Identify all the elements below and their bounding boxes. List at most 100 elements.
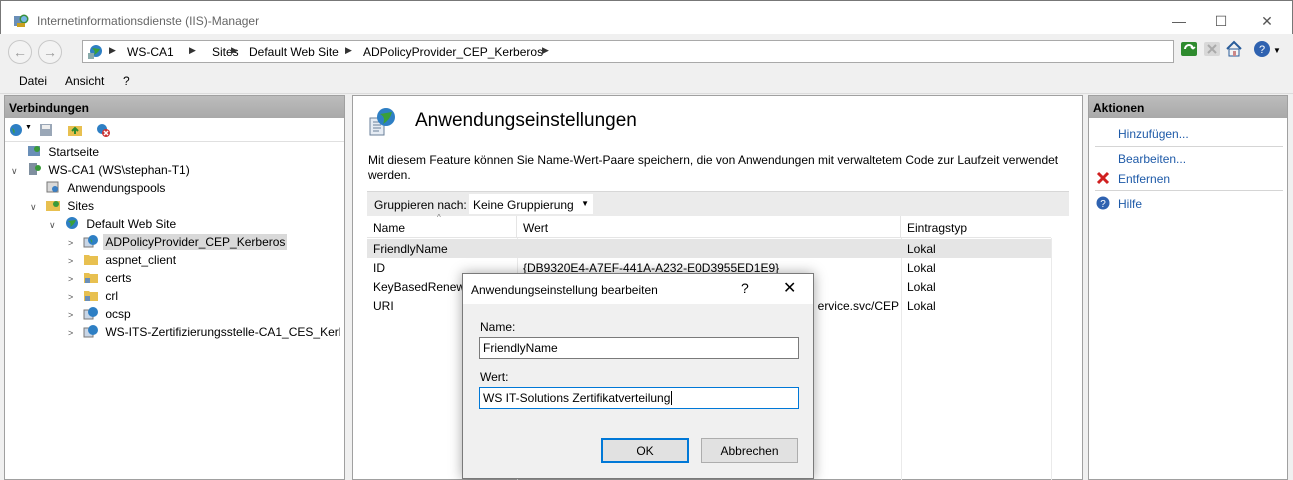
save-icon[interactable] — [38, 122, 54, 138]
tree-item-adpolicyprovider[interactable]: > ADPolicyProvider_CEP_Kerberos — [68, 234, 288, 252]
svg-text:?: ? — [1100, 199, 1106, 210]
group-by-value: Keine Gruppierung — [473, 198, 574, 212]
page-title: Anwendungseinstellungen — [415, 110, 637, 131]
connect-icon[interactable] — [8, 122, 24, 138]
cancel-button[interactable]: Abbrechen — [701, 438, 798, 463]
tree-label: aspnet_client — [105, 253, 177, 267]
address-bar[interactable]: ▶ WS-CA1 ▶ Sites ▶ Default Web Site ▶ AD… — [82, 40, 1174, 63]
action-edit[interactable]: Bearbeiten... — [1118, 152, 1186, 166]
breadcrumb-separator: ▶ — [542, 45, 549, 55]
tree-item-app-pools[interactable]: Anwendungspools — [30, 180, 167, 198]
dropdown-arrow-icon: ▼ — [581, 199, 589, 208]
remove-icon — [1096, 171, 1110, 185]
value-field[interactable]: WS IT-Solutions Zertifikatverteilung — [479, 387, 799, 409]
globe-icon — [88, 45, 102, 59]
text-cursor — [671, 391, 673, 405]
cell-value: ervice.svc/CEP — [817, 299, 899, 313]
collapse-chevron-icon[interactable]: ∨ — [49, 220, 61, 231]
tree-label: crl — [105, 289, 119, 303]
menu-datei[interactable]: Datei — [19, 74, 47, 88]
actions-header: Aktionen — [1089, 96, 1287, 118]
tree-item-server[interactable]: ∨ WS-CA1 (WS\stephan-T1) — [11, 162, 192, 180]
tree-item-default-web-site[interactable]: ∨ Default Web Site — [49, 216, 178, 234]
globe-icon — [66, 217, 79, 229]
virtual-folder-icon — [84, 291, 99, 301]
ok-button[interactable]: OK — [601, 438, 689, 463]
tree-label: WS-CA1 (WS\stephan-T1) — [48, 163, 190, 177]
column-header-name[interactable]: Name ^ — [367, 213, 517, 238]
action-remove[interactable]: Entfernen — [1118, 172, 1170, 186]
expand-chevron-icon[interactable]: > — [68, 238, 80, 248]
virtual-folder-icon — [84, 273, 99, 283]
breadcrumb-server[interactable]: WS-CA1 — [127, 45, 174, 59]
table-row[interactable]: FriendlyName Lokal — [367, 239, 1051, 258]
connections-toolbar: ▼ — [5, 118, 344, 142]
dialog-help-button[interactable]: ? — [741, 280, 749, 296]
expand-chevron-icon[interactable]: > — [68, 292, 80, 302]
expand-chevron-icon[interactable]: > — [68, 328, 80, 338]
expand-chevron-icon[interactable]: > — [68, 256, 80, 266]
cell-type: Lokal — [907, 242, 936, 256]
tree-item-ws-its-ces[interactable]: > WS-ITS-Zertifizierungsstelle-CA1_CES_K… — [68, 324, 340, 342]
connect-dropdown-icon[interactable]: ▼ — [25, 124, 32, 131]
svg-text:?: ? — [1259, 44, 1265, 56]
expand-chevron-icon[interactable]: > — [68, 274, 80, 284]
dialog-close-button[interactable]: ✕ — [783, 278, 796, 298]
breadcrumb-separator: ▶ — [109, 45, 116, 55]
cell-type: Lokal — [907, 280, 936, 294]
menu-help[interactable]: ? — [123, 74, 130, 88]
refresh-icon[interactable] — [1180, 40, 1198, 58]
column-header-value[interactable]: Wert — [517, 216, 901, 238]
stop-icon[interactable] — [1203, 40, 1221, 58]
name-field[interactable]: FriendlyName — [479, 337, 799, 359]
tree-label: Default Web Site — [86, 217, 177, 231]
help-icon[interactable]: ? — [1253, 40, 1271, 58]
column-header-label: Name — [373, 221, 406, 235]
column-header-type[interactable]: Eintragstyp — [901, 216, 1051, 238]
group-by-select[interactable]: Keine Gruppierung ▼ — [469, 194, 593, 214]
tree-item-sites[interactable]: ∨ Sites — [30, 198, 96, 216]
window-title: Internetinformationsdienste (IIS)-Manage… — [37, 14, 260, 28]
group-by-label: Gruppieren nach: — [374, 198, 467, 212]
tree-label: ADPolicyProvider_CEP_Kerberos — [103, 234, 288, 250]
web-app-icon — [83, 235, 99, 248]
tree-item-ocsp[interactable]: > ocsp — [68, 306, 133, 324]
tree-item-certs[interactable]: > certs — [68, 270, 133, 288]
tree-label: Startseite — [48, 145, 100, 159]
menu-ansicht[interactable]: Ansicht — [65, 74, 104, 88]
tree-label: certs — [105, 271, 132, 285]
connections-header: Verbindungen — [5, 96, 344, 118]
action-add[interactable]: Hinzufügen... — [1118, 127, 1189, 141]
home-icon[interactable] — [1225, 40, 1243, 58]
web-app-icon — [83, 307, 99, 320]
disconnect-icon[interactable] — [95, 122, 111, 138]
iis-app-icon — [14, 14, 29, 27]
up-folder-icon[interactable] — [67, 122, 83, 138]
web-app-icon — [83, 325, 99, 338]
breadcrumb-separator: ▶ — [189, 45, 196, 55]
forward-button[interactable]: → — [38, 40, 62, 64]
cell-name: FriendlyName — [373, 242, 448, 256]
breadcrumb-default-web-site[interactable]: Default Web Site — [249, 45, 339, 59]
minimize-button[interactable]: — — [1159, 9, 1199, 33]
tree-label: WS-ITS-Zertifizierungsstelle-CA1_CES_Ker… — [105, 325, 340, 339]
breadcrumb-application[interactable]: ADPolicyProvider_CEP_Kerberos — [363, 45, 543, 59]
actions-pane: Aktionen Hinzufügen... Bearbeiten... Ent… — [1088, 95, 1288, 480]
dialog-title: Anwendungseinstellung bearbeiten — [471, 283, 658, 297]
collapse-chevron-icon[interactable]: ∨ — [30, 202, 42, 213]
tree-item-aspnet-client[interactable]: > aspnet_client — [68, 252, 178, 270]
tree-item-startseite[interactable]: Startseite — [11, 144, 101, 162]
help-dropdown-chevron-icon[interactable]: ▼ — [1273, 46, 1281, 55]
edit-setting-dialog: Anwendungseinstellung bearbeiten ? ✕ Nam… — [462, 273, 814, 479]
folder-icon — [84, 255, 99, 265]
sites-folder-icon — [46, 201, 61, 211]
tree-item-crl[interactable]: > crl — [68, 288, 120, 306]
group-by-bar: Gruppieren nach: Keine Gruppierung ▼ — [367, 191, 1069, 216]
app-pools-icon — [46, 181, 59, 193]
action-help[interactable]: Hilfe — [1118, 197, 1142, 211]
maximize-button[interactable]: ☐ — [1201, 9, 1241, 33]
collapse-chevron-icon[interactable]: ∨ — [11, 166, 23, 177]
back-button[interactable]: ← — [8, 40, 32, 64]
close-button[interactable]: ✕ — [1247, 9, 1287, 33]
expand-chevron-icon[interactable]: > — [68, 310, 80, 320]
